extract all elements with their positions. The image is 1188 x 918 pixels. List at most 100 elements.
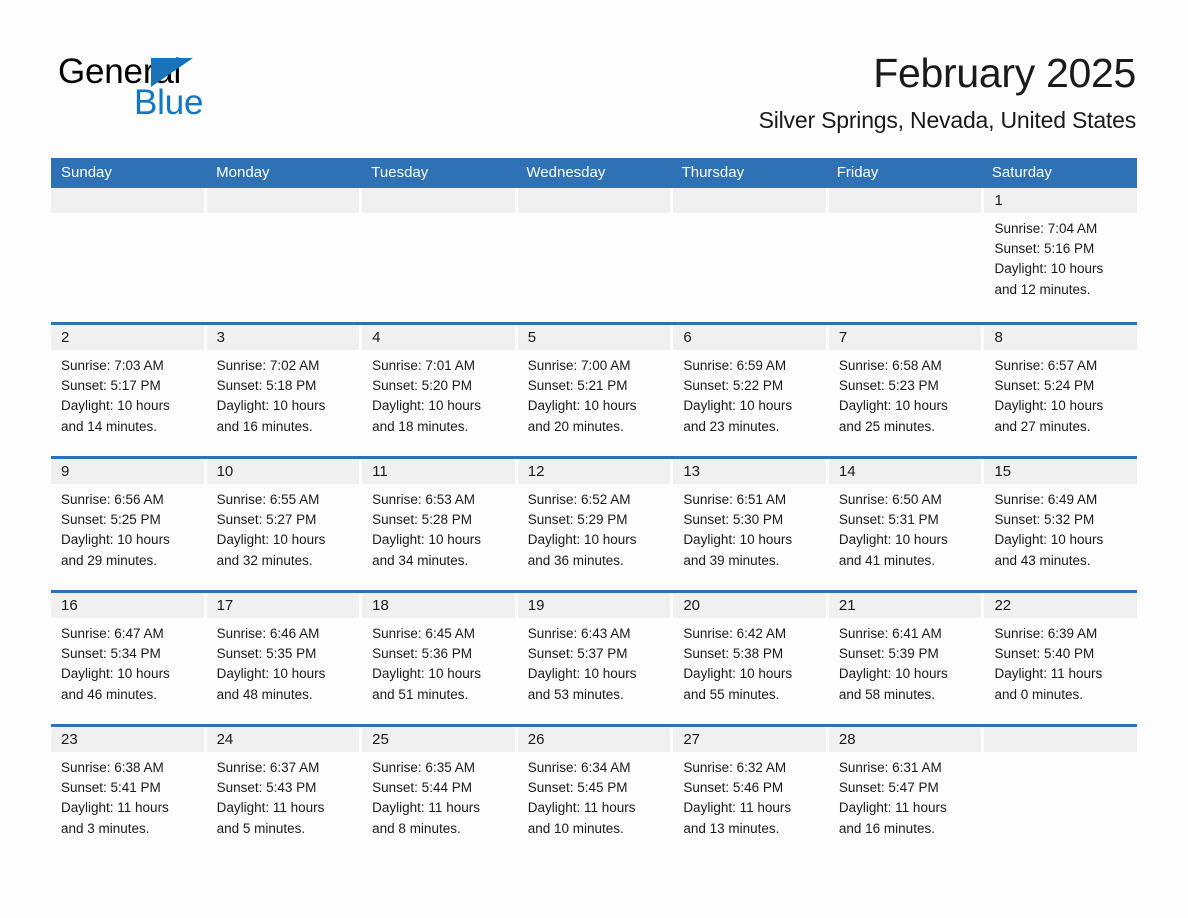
day-number-5[interactable]: 5 bbox=[517, 325, 671, 350]
day-cell-2[interactable]: Sunrise: 7:03 AM Sunset: 5:17 PM Daylight:… bbox=[51, 350, 204, 456]
day-number-8[interactable]: 8 bbox=[984, 325, 1138, 350]
day-cell-4[interactable]: Sunrise: 7:01 AM Sunset: 5:20 PM Daylight:… bbox=[362, 350, 515, 456]
sunset-text: Sunset: 5:44 PM bbox=[372, 780, 472, 796]
day-cell-20[interactable]: Sunrise: 6:42 AM Sunset: 5:38 PM Daylight:… bbox=[673, 618, 826, 724]
day-details-band: Sunrise: 6:38 AM Sunset: 5:41 PM Daylight:… bbox=[51, 752, 1137, 858]
day-cell-8[interactable]: Sunrise: 6:57 AM Sunset: 5:24 PM Daylight:… bbox=[984, 350, 1137, 456]
daylight-text: Daylight: 10 hours bbox=[216, 666, 326, 682]
day-number-10[interactable]: 10 bbox=[206, 459, 360, 484]
daylight-text: Daylight: 10 hours bbox=[216, 532, 326, 548]
day-number-16[interactable]: 16 bbox=[51, 593, 204, 618]
day-cell-26[interactable]: Sunrise: 6:34 AM Sunset: 5:45 PM Daylight:… bbox=[518, 752, 671, 858]
daylight-text: Daylight: 11 hours bbox=[61, 800, 169, 816]
sunrise-text: Sunrise: 6:35 AM bbox=[372, 760, 475, 775]
day-number-3[interactable]: 3 bbox=[206, 325, 360, 350]
calendar-week-row: 9 10 11 12 13 14 15 Sunrise: 6:56 AM Sunset: 5:2… bbox=[51, 456, 1138, 590]
day-cell-15[interactable]: Sunrise: 6:49 AM Sunset: 5:32 PM Daylight:… bbox=[984, 484, 1137, 590]
day-number-13[interactable]: 13 bbox=[673, 459, 826, 484]
calendar-body: 1 Sunrise: 7:04 AM Sunset: 5:16 PM Daylight… bbox=[51, 188, 1138, 858]
day-number-14[interactable]: 14 bbox=[828, 459, 982, 484]
day-cell-21[interactable]: Sunrise: 6:41 AM Sunset: 5:39 PM Daylight:… bbox=[829, 618, 982, 724]
day-cell-6[interactable]: Sunrise: 6:59 AM Sunset: 5:22 PM Daylight:… bbox=[673, 350, 826, 456]
day-number-empty bbox=[51, 188, 204, 213]
day-cell-19[interactable]: Sunrise: 6:43 AM Sunset: 5:37 PM Daylight:… bbox=[518, 618, 671, 724]
sunrise-text: Sunrise: 6:37 AM bbox=[216, 760, 320, 775]
sunrise-text: Sunrise: 6:42 AM bbox=[683, 626, 787, 641]
sunrise-text: Sunrise: 6:55 AM bbox=[216, 492, 320, 507]
daylight-text: and 41 minutes. bbox=[838, 552, 935, 568]
day-number-6[interactable]: 6 bbox=[673, 325, 826, 350]
sunset-text: Sunset: 5:34 PM bbox=[61, 646, 161, 662]
page-subtitle: Silver Springs, Nevada, United States bbox=[758, 107, 1137, 133]
sunrise-text: Sunrise: 6:50 AM bbox=[838, 492, 942, 507]
day-number-19[interactable]: 19 bbox=[517, 593, 671, 618]
day-number-12[interactable]: 12 bbox=[517, 459, 671, 484]
sunset-text: Sunset: 5:37 PM bbox=[527, 646, 628, 662]
day-number-28[interactable]: 28 bbox=[828, 727, 982, 752]
daylight-text: Daylight: 10 hours bbox=[994, 261, 1104, 277]
day-cell-13[interactable]: Sunrise: 6:51 AM Sunset: 5:30 PM Daylight:… bbox=[673, 484, 826, 590]
day-cell-7[interactable]: Sunrise: 6:58 AM Sunset: 5:23 PM Daylight:… bbox=[829, 350, 982, 456]
weekday-header-monday: Monday bbox=[216, 164, 270, 181]
day-number-21[interactable]: 21 bbox=[828, 593, 982, 618]
day-cell-24[interactable]: Sunrise: 6:37 AM Sunset: 5:43 PM Daylight:… bbox=[207, 752, 360, 858]
daylight-text: Daylight: 10 hours bbox=[527, 532, 637, 548]
day-cell-empty bbox=[984, 752, 1137, 858]
daylight-text: and 16 minutes. bbox=[216, 418, 313, 434]
day-cell-10[interactable]: Sunrise: 6:55 AM Sunset: 5:27 PM Daylight:… bbox=[207, 484, 360, 590]
sunset-text: Sunset: 5:24 PM bbox=[994, 378, 1095, 394]
daylight-text: Daylight: 11 hours bbox=[527, 800, 636, 816]
day-details-band: Sunrise: 6:56 AM Sunset: 5:25 PM Daylight:… bbox=[51, 484, 1137, 590]
day-number-11[interactable]: 11 bbox=[362, 459, 515, 484]
day-number-4[interactable]: 4 bbox=[362, 325, 515, 350]
day-number-empty bbox=[517, 188, 671, 213]
day-number-25[interactable]: 25 bbox=[362, 727, 515, 752]
day-number-15[interactable]: 15 bbox=[984, 459, 1138, 484]
day-cell-14[interactable]: Sunrise: 6:50 AM Sunset: 5:31 PM Daylight:… bbox=[829, 484, 982, 590]
day-number-7[interactable]: 7 bbox=[828, 325, 982, 350]
sunrise-text: Sunrise: 6:45 AM bbox=[372, 626, 475, 641]
daylight-text: Daylight: 10 hours bbox=[527, 666, 637, 682]
day-number-17[interactable]: 17 bbox=[206, 593, 360, 618]
day-cell-23[interactable]: Sunrise: 6:38 AM Sunset: 5:41 PM Daylight:… bbox=[51, 752, 204, 858]
daylight-text: and 43 minutes. bbox=[994, 552, 1091, 568]
day-cell-17[interactable]: Sunrise: 6:46 AM Sunset: 5:35 PM Daylight:… bbox=[207, 618, 360, 724]
day-number-24[interactable]: 24 bbox=[206, 727, 360, 752]
sunset-text: Sunset: 5:29 PM bbox=[527, 512, 628, 528]
day-cell-25[interactable]: Sunrise: 6:35 AM Sunset: 5:44 PM Daylight:… bbox=[362, 752, 515, 858]
day-cell-3[interactable]: Sunrise: 7:02 AM Sunset: 5:18 PM Daylight:… bbox=[207, 350, 360, 456]
day-details-band: Sunrise: 6:47 AM Sunset: 5:34 PM Daylight:… bbox=[51, 618, 1137, 724]
weekday-header-sunday: Sunday bbox=[61, 164, 112, 181]
calendar-week-row: 23 24 25 26 27 28 Sunrise: 6:38 AM Sunset: 5:41… bbox=[51, 724, 1138, 858]
day-cell-16[interactable]: Sunrise: 6:47 AM Sunset: 5:34 PM Daylight:… bbox=[51, 618, 204, 724]
day-cell-1[interactable]: Sunrise: 7:04 AM Sunset: 5:16 PM Daylight:… bbox=[984, 213, 1137, 322]
day-number-empty bbox=[362, 188, 515, 213]
day-cell-12[interactable]: Sunrise: 6:52 AM Sunset: 5:29 PM Daylight:… bbox=[518, 484, 671, 590]
day-cell-5[interactable]: Sunrise: 7:00 AM Sunset: 5:21 PM Daylight:… bbox=[518, 350, 671, 456]
daylight-text: and 29 minutes. bbox=[61, 552, 158, 568]
day-number-18[interactable]: 18 bbox=[362, 593, 515, 618]
weekday-header-row: Sunday Monday Tuesday Wednesday Thursday Frid… bbox=[51, 158, 1137, 188]
daylight-text: Daylight: 10 hours bbox=[372, 666, 481, 682]
day-number-2[interactable]: 2 bbox=[51, 325, 204, 350]
day-cell-11[interactable]: Sunrise: 6:53 AM Sunset: 5:28 PM Daylight:… bbox=[362, 484, 515, 590]
day-details-band: Sunrise: 7:04 AM Sunset: 5:16 PM Daylight:… bbox=[51, 213, 1137, 322]
sunset-text: Sunset: 5:43 PM bbox=[216, 780, 317, 796]
day-number-9[interactable]: 9 bbox=[51, 459, 204, 484]
day-number-27[interactable]: 27 bbox=[673, 727, 826, 752]
generalblue-logo[interactable]: General Blue bbox=[58, 52, 318, 124]
day-cell-9[interactable]: Sunrise: 6:56 AM Sunset: 5:25 PM Daylight:… bbox=[51, 484, 204, 590]
day-cell-27[interactable]: Sunrise: 6:32 AM Sunset: 5:46 PM Daylight:… bbox=[673, 752, 826, 858]
calendar-page: General Blue February 2025 Silver Spring… bbox=[0, 0, 1188, 918]
day-number-22[interactable]: 22 bbox=[984, 593, 1138, 618]
date-number-band: 9 10 11 12 13 14 15 bbox=[51, 459, 1138, 484]
day-number-1[interactable]: 1 bbox=[984, 188, 1138, 213]
day-cell-22[interactable]: Sunrise: 6:39 AM Sunset: 5:40 PM Daylight:… bbox=[984, 618, 1137, 724]
day-number-20[interactable]: 20 bbox=[673, 593, 826, 618]
day-cell-28[interactable]: Sunrise: 6:31 AM Sunset: 5:47 PM Daylight:… bbox=[829, 752, 982, 858]
daylight-text: Daylight: 10 hours bbox=[216, 398, 326, 414]
date-number-band: 2345678 bbox=[51, 325, 1138, 350]
day-number-23[interactable]: 23 bbox=[51, 727, 204, 752]
day-number-26[interactable]: 26 bbox=[517, 727, 671, 752]
day-cell-18[interactable]: Sunrise: 6:45 AM Sunset: 5:36 PM Daylight:… bbox=[362, 618, 515, 724]
